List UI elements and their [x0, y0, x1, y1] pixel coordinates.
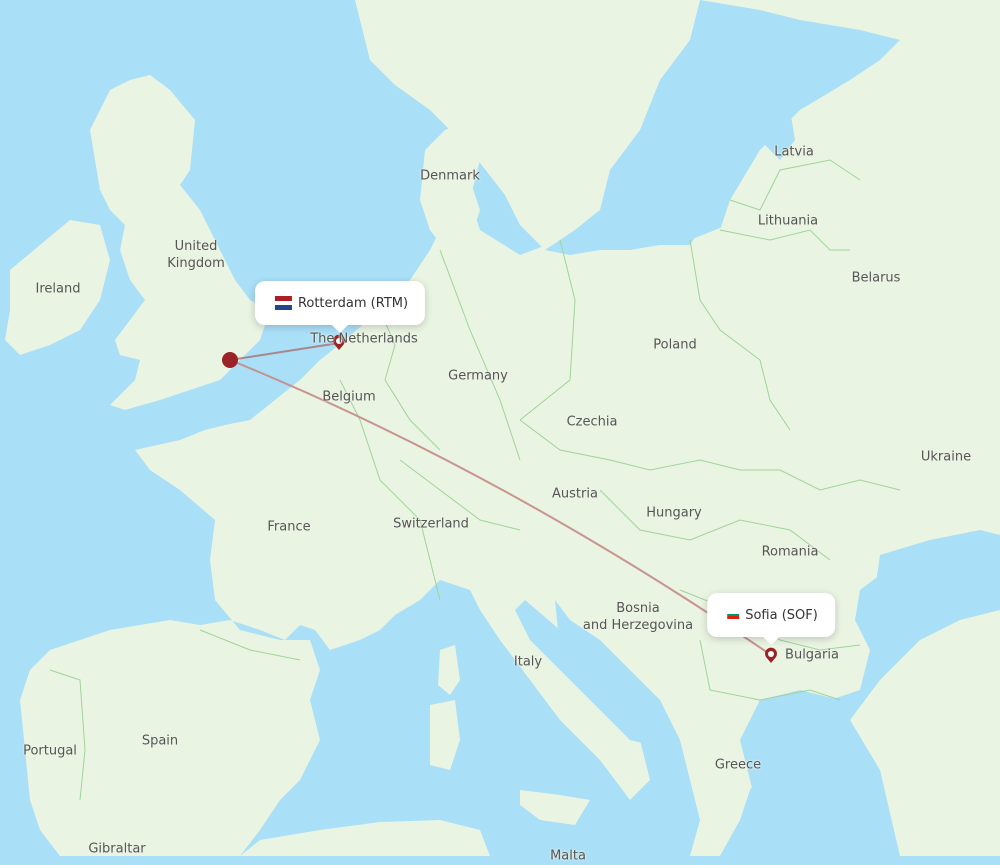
landmass-sicily — [520, 790, 590, 825]
country-label-switzerland: Switzerland — [393, 516, 469, 532]
country-label-belgium: Belgium — [322, 389, 376, 405]
country-label-spain: Spain — [141, 733, 179, 749]
landmass-denmark — [420, 120, 480, 250]
country-label-romania: Romania — [761, 544, 819, 560]
country-label-belarus: Belarus — [851, 270, 901, 286]
airport-label-rtm: Rotterdam (RTM) — [297, 295, 409, 311]
country-label-hungary: Hungary — [646, 505, 702, 521]
bulgaria-flag-icon — [727, 611, 740, 619]
country-label-portugal: Portugal — [23, 743, 77, 759]
country-label-greece: Greece — [714, 757, 762, 773]
map-base-layer — [5, 0, 1000, 856]
country-label-germany: Germany — [448, 368, 508, 384]
country-label-lithuania: Lithuania — [757, 213, 819, 229]
airport-label-sof: Sofia (SOF) — [745, 607, 818, 623]
country-label-bulgaria: Bulgaria — [785, 647, 839, 663]
landmass-corsica — [438, 645, 460, 695]
country-label-czechia: Czechia — [566, 414, 618, 430]
country-label-netherlands: The Netherlands — [310, 331, 418, 347]
netherlands-flag-icon — [274, 296, 292, 310]
country-label-bosnia: Bosnia and Herzegovina — [582, 601, 694, 633]
country-label-italy: Italy — [513, 654, 543, 670]
country-label-uk: United Kingdom — [167, 239, 225, 271]
country-label-poland: Poland — [653, 337, 697, 353]
landmass-north-africa — [240, 820, 490, 856]
country-label-gibraltar: Gibraltar — [88, 841, 146, 857]
country-label-austria: Austria — [552, 486, 598, 502]
country-label-latvia: Latvia — [774, 144, 814, 160]
country-label-france: France — [267, 519, 311, 535]
country-label-malta: Malta — [550, 848, 586, 864]
origin-hub-marker[interactable] — [222, 352, 238, 368]
route-map[interactable]: Ireland United Kingdom Denmark The Nethe… — [0, 0, 1000, 864]
landmass-sardinia — [430, 700, 460, 770]
country-label-denmark: Denmark — [420, 168, 480, 184]
country-label-ireland: Ireland — [35, 281, 81, 297]
airport-tooltip-rtm[interactable]: Rotterdam (RTM) — [254, 281, 426, 333]
country-label-ukraine: Ukraine — [920, 449, 972, 465]
airport-tooltip-sof[interactable]: Sofia (SOF) — [707, 593, 835, 645]
